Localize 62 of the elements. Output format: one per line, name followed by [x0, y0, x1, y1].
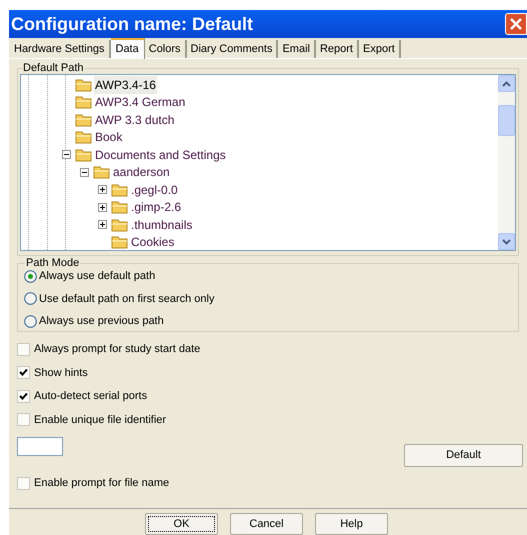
folder-icon — [75, 148, 92, 162]
radio-button[interactable] — [24, 292, 37, 306]
plus-box-icon[interactable] — [98, 202, 106, 212]
tab[interactable]: Email — [278, 40, 316, 58]
checkbox-label: Enable prompt for file name — [34, 476, 170, 491]
plus-box-icon[interactable] — [98, 185, 106, 194]
folder-icon — [111, 218, 128, 232]
folder-icon — [111, 200, 128, 214]
checkbox-label: Show hints — [34, 366, 88, 380]
group-label: Default Path — [22, 62, 85, 74]
checkbox-label: Always prompt for study start date — [34, 342, 200, 357]
folder-tree[interactable]: AWP3.4-16 AWP3.4 German AWP 3.3 dutch Book Documents and Settings aanderson .gegl-0.0 .gimp-2.6 .thumbnails Cookies — [20, 74, 516, 251]
checkbox-label: Auto-detect serial ports — [34, 389, 148, 404]
tab[interactable]: Report — [316, 40, 359, 58]
radio-button[interactable] — [24, 314, 37, 328]
radio-button[interactable] — [24, 270, 37, 283]
tree-item[interactable]: .gegl-0.0 — [130, 180, 179, 199]
window-title: Configuration name: Default — [10, 12, 253, 36]
dialog-button[interactable]: Cancel — [230, 513, 303, 535]
plus-box-icon[interactable] — [98, 220, 106, 230]
tree-item[interactable]: .gimp-2.6 — [130, 198, 182, 216]
scrollbar[interactable] — [498, 75, 515, 250]
default-button[interactable]: Default — [404, 444, 523, 467]
identifier-field[interactable] — [17, 437, 63, 456]
close-icon — [510, 18, 522, 30]
scroll-thumb[interactable] — [498, 104, 515, 136]
folder-icon — [93, 165, 110, 180]
tree-item[interactable]: AWP3.4 German — [94, 93, 186, 112]
tree-item[interactable]: Cookies — [130, 233, 176, 250]
radio-label: Always use previous path — [39, 314, 164, 329]
minus-box-icon[interactable] — [80, 168, 88, 177]
group-label: Path Mode — [25, 257, 80, 269]
folder-icon — [111, 235, 128, 250]
checkbox[interactable] — [17, 413, 30, 426]
checkbox[interactable] — [17, 366, 30, 380]
tab[interactable]: Export — [359, 40, 401, 58]
radio-label: Always use default path — [39, 269, 156, 284]
checkbox[interactable] — [17, 476, 30, 490]
tree-item[interactable]: aanderson — [112, 163, 171, 182]
folder-icon — [75, 112, 92, 127]
folder-icon — [111, 182, 128, 197]
tree-item[interactable]: .thumbnails — [130, 216, 194, 234]
radio-label: Use default path on first search only — [39, 292, 214, 306]
folder-icon — [75, 130, 92, 144]
tab[interactable]: Diary Comments — [186, 40, 278, 58]
scroll-up-button[interactable] — [498, 75, 515, 92]
dialog-button[interactable]: OK — [145, 513, 218, 535]
scroll-down-button[interactable] — [498, 233, 515, 250]
tree-item[interactable]: Book — [94, 128, 124, 146]
tree-item[interactable]: AWP 3.3 dutch — [94, 110, 176, 129]
folder-icon — [75, 78, 92, 92]
dialog-button[interactable]: Help — [315, 513, 388, 535]
tab[interactable]: Colors — [144, 40, 187, 58]
checkbox[interactable] — [17, 342, 30, 356]
checkbox[interactable] — [17, 390, 30, 403]
minus-box-icon[interactable] — [62, 150, 70, 160]
checkbox-label: Enable unique file identifier — [34, 412, 166, 428]
tree-item[interactable]: Documents and Settings — [94, 146, 227, 164]
folder-icon — [75, 95, 92, 110]
tree-item[interactable]: AWP3.4-16 — [94, 76, 157, 94]
close-button[interactable] — [505, 13, 527, 35]
tab[interactable]: Data — [110, 38, 145, 59]
